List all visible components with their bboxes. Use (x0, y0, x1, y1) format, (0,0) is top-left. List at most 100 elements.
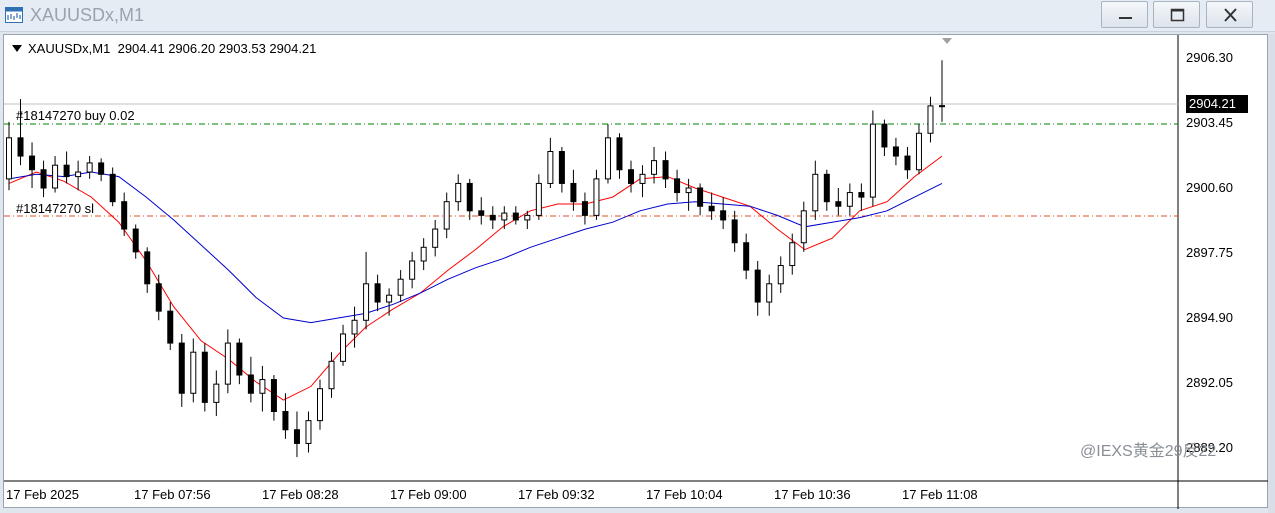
candle (558, 146, 565, 193)
buy-order-label[interactable]: #18147270 buy 0.02 (16, 108, 135, 123)
candle-body (800, 210, 807, 244)
candle (363, 251, 370, 330)
candle (86, 156, 93, 179)
candle (40, 160, 47, 198)
candle-body (858, 192, 865, 198)
candle (858, 183, 865, 211)
candle-body (524, 214, 531, 221)
candle (501, 206, 508, 230)
candle-body (651, 160, 658, 175)
price-tick: 2906.30 (1186, 50, 1233, 65)
candle-body (766, 283, 773, 303)
candle-body (628, 169, 634, 184)
candle-body (558, 151, 565, 184)
candle (75, 160, 82, 191)
candle (317, 379, 323, 430)
candle-body (547, 151, 554, 184)
candle-body (881, 123, 888, 148)
minimize-icon (1119, 17, 1132, 19)
candle-body (789, 242, 796, 267)
candle-body (363, 283, 370, 321)
candle (639, 165, 646, 198)
candle-body (754, 269, 761, 303)
candle-body (478, 210, 485, 216)
candle (547, 137, 554, 188)
candle (512, 206, 519, 225)
candle-body (259, 379, 266, 394)
ohlc-values: 2904.41 2906.20 2903.53 2904.21 (117, 41, 317, 56)
candle-body (17, 137, 24, 157)
minimize-button[interactable] (1101, 1, 1148, 28)
candle-body (305, 420, 312, 444)
candle-body (167, 310, 174, 344)
candle (374, 274, 381, 312)
candle-body (581, 201, 588, 216)
candle-body (224, 342, 231, 385)
candle-body (386, 294, 393, 303)
price-tick: 2900.60 (1186, 180, 1233, 195)
candle-body (593, 178, 600, 216)
candle (720, 197, 727, 230)
candle (201, 343, 208, 412)
candle-body (374, 283, 381, 303)
candle (63, 151, 70, 184)
candle (247, 356, 254, 403)
candle-body (420, 246, 427, 262)
stop-loss-label[interactable]: #18147270 sl (16, 201, 94, 216)
candle-body (86, 162, 93, 173)
candle (743, 233, 750, 280)
candle-body (270, 379, 277, 413)
candle (478, 197, 485, 225)
candle-body (397, 278, 404, 296)
dropdown-triangle-icon[interactable] (12, 45, 22, 52)
candle (662, 151, 669, 188)
candle-body (927, 105, 934, 134)
candle-body (144, 251, 151, 285)
chart-area[interactable]: XAUUSDx,M1 2904.41 2906.20 2903.53 2904.… (3, 34, 1269, 509)
time-tick: 17 Feb 09:32 (518, 487, 595, 502)
candle-body (6, 137, 12, 180)
candle-body (75, 171, 82, 178)
candle-body (247, 374, 254, 394)
candle-body (190, 351, 197, 394)
watermark-text: @IEXS黄金29反22 (1080, 443, 1217, 460)
candle-body (535, 182, 542, 216)
candle-body (604, 137, 611, 180)
candle (466, 178, 473, 220)
candle-body (708, 205, 715, 212)
price-tick: 2897.75 (1186, 245, 1233, 260)
candle-body (121, 201, 128, 230)
candle-body (443, 201, 450, 230)
time-tick: 17 Feb 2025 (6, 487, 80, 502)
candle-body (52, 164, 59, 189)
candle (881, 119, 888, 157)
candle (685, 178, 692, 211)
maximize-button[interactable] (1153, 1, 1200, 28)
maximize-icon (1170, 8, 1185, 22)
candle (420, 238, 427, 271)
chart-shift-marker[interactable] (942, 38, 952, 44)
symbol-label: XAUUSDx,M1 (28, 41, 111, 56)
time-tick: 17 Feb 10:04 (646, 487, 723, 502)
candle (800, 201, 807, 252)
candle (535, 174, 542, 220)
candle (144, 247, 151, 293)
candle-body (155, 283, 162, 312)
candle-body (777, 265, 784, 285)
candle (443, 192, 450, 239)
candle-body (213, 383, 220, 403)
window-titlebar: XAUUSDx,M1 (0, 0, 1275, 32)
candle (293, 411, 300, 458)
candle (628, 160, 634, 193)
window-edge-scrollbar[interactable] (1268, 34, 1275, 513)
candle-body (109, 173, 116, 203)
candle (674, 169, 681, 202)
candle (904, 146, 911, 179)
candle-body (236, 342, 243, 376)
candle-body (892, 146, 899, 157)
close-button[interactable] (1206, 1, 1253, 28)
candle (340, 324, 347, 366)
candle-body (616, 137, 623, 171)
candle (731, 210, 738, 252)
candle-body (915, 132, 922, 171)
